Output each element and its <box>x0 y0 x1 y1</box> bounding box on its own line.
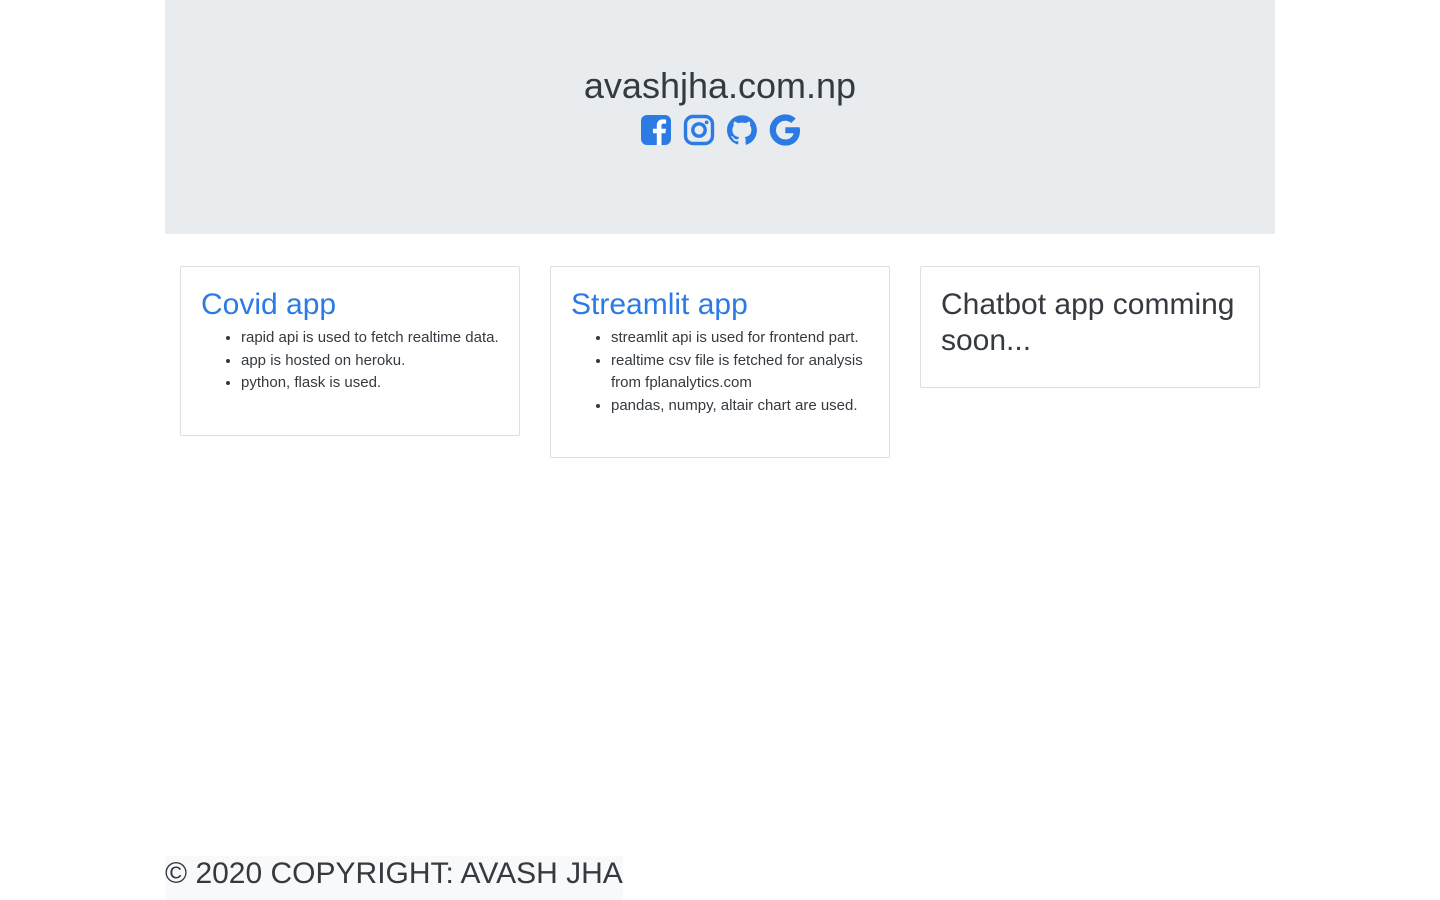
google-icon[interactable] <box>769 113 801 147</box>
footer-copyright: © 2020 Copyright: Avash Jha <box>165 856 623 900</box>
card-chatbot-app: Chatbot app comming soon... <box>920 266 1260 388</box>
list-item: python, flask is used. <box>241 372 499 395</box>
github-icon[interactable] <box>726 113 758 147</box>
facebook-square-icon[interactable] <box>640 113 672 147</box>
feature-list: streamlit api is used for frontend part.… <box>571 327 869 417</box>
list-item: rapid api is used to fetch realtime data… <box>241 327 499 350</box>
feature-list: rapid api is used to fetch realtime data… <box>201 327 499 395</box>
card-streamlit-app: Streamlit app streamlit api is used for … <box>550 266 890 458</box>
list-item: realtime csv file is fetched for analysi… <box>611 350 869 395</box>
site-title-link[interactable]: avashjha.com.np <box>165 66 1275 106</box>
page-container: avashjha.com.np Covid app • rapid api is… <box>165 0 1275 900</box>
card-covid-app: Covid app rapid api is used to fetch rea… <box>180 266 520 436</box>
card-title: Chatbot app comming soon... <box>941 288 1235 357</box>
card-title[interactable]: Streamlit app <box>571 287 869 323</box>
list-item: pandas, numpy, altair chart are used. <box>611 395 869 418</box>
social-links <box>165 113 1275 149</box>
instagram-icon[interactable] <box>683 113 715 147</box>
hero-banner: avashjha.com.np <box>165 0 1275 234</box>
list-item: app is hosted on heroku. <box>241 350 499 373</box>
list-item: streamlit api is used for frontend part. <box>611 327 869 350</box>
card-title[interactable]: Covid app <box>201 287 499 323</box>
